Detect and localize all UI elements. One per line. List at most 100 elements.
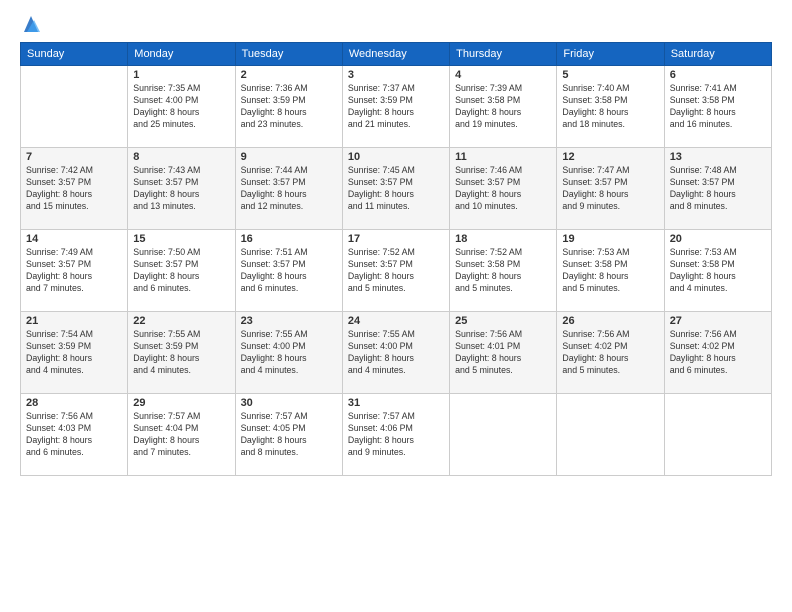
calendar-cell: 2 Sunrise: 7:36 AM Sunset: 3:59 PM Daylig… [235, 66, 342, 148]
calendar-cell: 9 Sunrise: 7:44 AM Sunset: 3:57 PM Daylig… [235, 148, 342, 230]
day-number: 30 [241, 397, 337, 409]
calendar-cell: 23 Sunrise: 7:55 AM Sunset: 4:00 PM Dayli… [235, 312, 342, 394]
calendar-cell: 6 Sunrise: 7:41 AM Sunset: 3:58 PM Daylig… [664, 66, 771, 148]
calendar-week-row: 14Sunrise: 7:49 AM Sunset: 3:57 PM Dayli… [21, 230, 772, 312]
calendar-cell: 17 Sunrise: 7:52 AM Sunset: 3:57 PM Dayli… [342, 230, 449, 312]
day-number: 13 [670, 151, 766, 163]
day-number: 29 [133, 397, 229, 409]
day-number: 6 [670, 69, 766, 81]
day-number: 3 [348, 69, 444, 81]
weekday-header: Thursday [450, 43, 557, 66]
day-info: Sunrise: 7:49 AM Sunset: 3:57 PM Dayligh… [26, 247, 122, 295]
day-info: Sunrise: 7:56 AM Sunset: 4:02 PM Dayligh… [562, 329, 658, 377]
calendar-week-row: 21 Sunrise: 7:54 AM Sunset: 3:59 PM Dayli… [21, 312, 772, 394]
day-info: Sunrise: 7:52 AM Sunset: 3:58 PM Dayligh… [455, 247, 551, 295]
day-info: Sunrise: 7:56 AM Sunset: 4:03 PM Dayligh… [26, 411, 122, 459]
day-number: 27 [670, 315, 766, 327]
calendar-table: SundayMondayTuesdayWednesdayThursdayFrid… [20, 42, 772, 476]
calendar-cell: 1 Sunrise: 7:35 AM Sunset: 4:00 PM Daylig… [128, 66, 235, 148]
page: SundayMondayTuesdayWednesdayThursdayFrid… [0, 0, 792, 612]
calendar-cell: 16 Sunrise: 7:51 AM Sunset: 3:57 PM Dayli… [235, 230, 342, 312]
day-info: Sunrise: 7:57 AM Sunset: 4:05 PM Dayligh… [241, 411, 337, 459]
day-info: Sunrise: 7:42 AM Sunset: 3:57 PM Dayligh… [26, 165, 122, 213]
day-info: Sunrise: 7:48 AM Sunset: 3:57 PM Dayligh… [670, 165, 766, 213]
day-info: Sunrise: 7:57 AM Sunset: 4:06 PM Dayligh… [348, 411, 444, 459]
day-number: 8 [133, 151, 229, 163]
calendar-cell: 11 Sunrise: 7:46 AM Sunset: 3:57 PM Dayli… [450, 148, 557, 230]
day-number: 2 [241, 69, 337, 81]
calendar-cell: 27 Sunrise: 7:56 AM Sunset: 4:02 PM Dayli… [664, 312, 771, 394]
day-info: Sunrise: 7:47 AM Sunset: 3:57 PM Dayligh… [562, 165, 658, 213]
weekday-header: Wednesday [342, 43, 449, 66]
day-info: Sunrise: 7:41 AM Sunset: 3:58 PM Dayligh… [670, 83, 766, 131]
calendar-cell: 22 Sunrise: 7:55 AM Sunset: 3:59 PM Dayli… [128, 312, 235, 394]
calendar-cell: 18Sunrise: 7:52 AM Sunset: 3:58 PM Dayli… [450, 230, 557, 312]
day-number: 21 [26, 315, 122, 327]
day-number: 22 [133, 315, 229, 327]
day-info: Sunrise: 7:45 AM Sunset: 3:57 PM Dayligh… [348, 165, 444, 213]
day-info: Sunrise: 7:40 AM Sunset: 3:58 PM Dayligh… [562, 83, 658, 131]
calendar-cell: 13 Sunrise: 7:48 AM Sunset: 3:57 PM Dayli… [664, 148, 771, 230]
weekday-header-row: SundayMondayTuesdayWednesdayThursdayFrid… [21, 43, 772, 66]
day-info: Sunrise: 7:54 AM Sunset: 3:59 PM Dayligh… [26, 329, 122, 377]
weekday-header: Saturday [664, 43, 771, 66]
day-info: Sunrise: 7:56 AM Sunset: 4:02 PM Dayligh… [670, 329, 766, 377]
calendar-cell: 7 Sunrise: 7:42 AM Sunset: 3:57 PM Daylig… [21, 148, 128, 230]
day-info: Sunrise: 7:36 AM Sunset: 3:59 PM Dayligh… [241, 83, 337, 131]
day-number: 23 [241, 315, 337, 327]
day-number: 17 [348, 233, 444, 245]
day-number: 4 [455, 69, 551, 81]
day-number: 11 [455, 151, 551, 163]
day-info: Sunrise: 7:37 AM Sunset: 3:59 PM Dayligh… [348, 83, 444, 131]
calendar-cell: 10 Sunrise: 7:45 AM Sunset: 3:57 PM Dayli… [342, 148, 449, 230]
weekday-header: Tuesday [235, 43, 342, 66]
day-info: Sunrise: 7:44 AM Sunset: 3:57 PM Dayligh… [241, 165, 337, 213]
calendar-cell: 31 Sunrise: 7:57 AM Sunset: 4:06 PM Dayli… [342, 394, 449, 476]
calendar-cell: 4Sunrise: 7:39 AM Sunset: 3:58 PM Daylig… [450, 66, 557, 148]
day-info: Sunrise: 7:46 AM Sunset: 3:57 PM Dayligh… [455, 165, 551, 213]
day-number: 7 [26, 151, 122, 163]
day-info: Sunrise: 7:53 AM Sunset: 3:58 PM Dayligh… [562, 247, 658, 295]
day-info: Sunrise: 7:35 AM Sunset: 4:00 PM Dayligh… [133, 83, 229, 131]
weekday-header: Friday [557, 43, 664, 66]
calendar-cell: 21 Sunrise: 7:54 AM Sunset: 3:59 PM Dayli… [21, 312, 128, 394]
calendar-cell [664, 394, 771, 476]
day-number: 26 [562, 315, 658, 327]
calendar-cell: 8Sunrise: 7:43 AM Sunset: 3:57 PM Daylig… [128, 148, 235, 230]
calendar-cell: 14Sunrise: 7:49 AM Sunset: 3:57 PM Dayli… [21, 230, 128, 312]
day-info: Sunrise: 7:51 AM Sunset: 3:57 PM Dayligh… [241, 247, 337, 295]
day-number: 24 [348, 315, 444, 327]
calendar-cell [450, 394, 557, 476]
day-info: Sunrise: 7:50 AM Sunset: 3:57 PM Dayligh… [133, 247, 229, 295]
day-info: Sunrise: 7:55 AM Sunset: 4:00 PM Dayligh… [348, 329, 444, 377]
calendar-cell: 24 Sunrise: 7:55 AM Sunset: 4:00 PM Dayli… [342, 312, 449, 394]
day-info: Sunrise: 7:55 AM Sunset: 4:00 PM Dayligh… [241, 329, 337, 377]
day-number: 31 [348, 397, 444, 409]
calendar-week-row: 28 Sunrise: 7:56 AM Sunset: 4:03 PM Dayli… [21, 394, 772, 476]
calendar-cell: 29Sunrise: 7:57 AM Sunset: 4:04 PM Dayli… [128, 394, 235, 476]
calendar-cell: 30 Sunrise: 7:57 AM Sunset: 4:05 PM Dayli… [235, 394, 342, 476]
day-number: 25 [455, 315, 551, 327]
day-info: Sunrise: 7:55 AM Sunset: 3:59 PM Dayligh… [133, 329, 229, 377]
calendar-week-row: 1 Sunrise: 7:35 AM Sunset: 4:00 PM Daylig… [21, 66, 772, 148]
day-number: 15 [133, 233, 229, 245]
calendar-cell: 5 Sunrise: 7:40 AM Sunset: 3:58 PM Daylig… [557, 66, 664, 148]
day-number: 12 [562, 151, 658, 163]
day-number: 5 [562, 69, 658, 81]
day-number: 28 [26, 397, 122, 409]
day-number: 10 [348, 151, 444, 163]
calendar-cell: 3 Sunrise: 7:37 AM Sunset: 3:59 PM Daylig… [342, 66, 449, 148]
day-number: 20 [670, 233, 766, 245]
weekday-header: Sunday [21, 43, 128, 66]
weekday-header: Monday [128, 43, 235, 66]
calendar-cell: 26 Sunrise: 7:56 AM Sunset: 4:02 PM Dayli… [557, 312, 664, 394]
day-number: 19 [562, 233, 658, 245]
day-number: 1 [133, 69, 229, 81]
calendar-cell: 28 Sunrise: 7:56 AM Sunset: 4:03 PM Dayli… [21, 394, 128, 476]
day-info: Sunrise: 7:52 AM Sunset: 3:57 PM Dayligh… [348, 247, 444, 295]
day-number: 16 [241, 233, 337, 245]
day-info: Sunrise: 7:53 AM Sunset: 3:58 PM Dayligh… [670, 247, 766, 295]
day-number: 9 [241, 151, 337, 163]
calendar-cell: 19 Sunrise: 7:53 AM Sunset: 3:58 PM Dayli… [557, 230, 664, 312]
calendar-cell: 25Sunrise: 7:56 AM Sunset: 4:01 PM Dayli… [450, 312, 557, 394]
